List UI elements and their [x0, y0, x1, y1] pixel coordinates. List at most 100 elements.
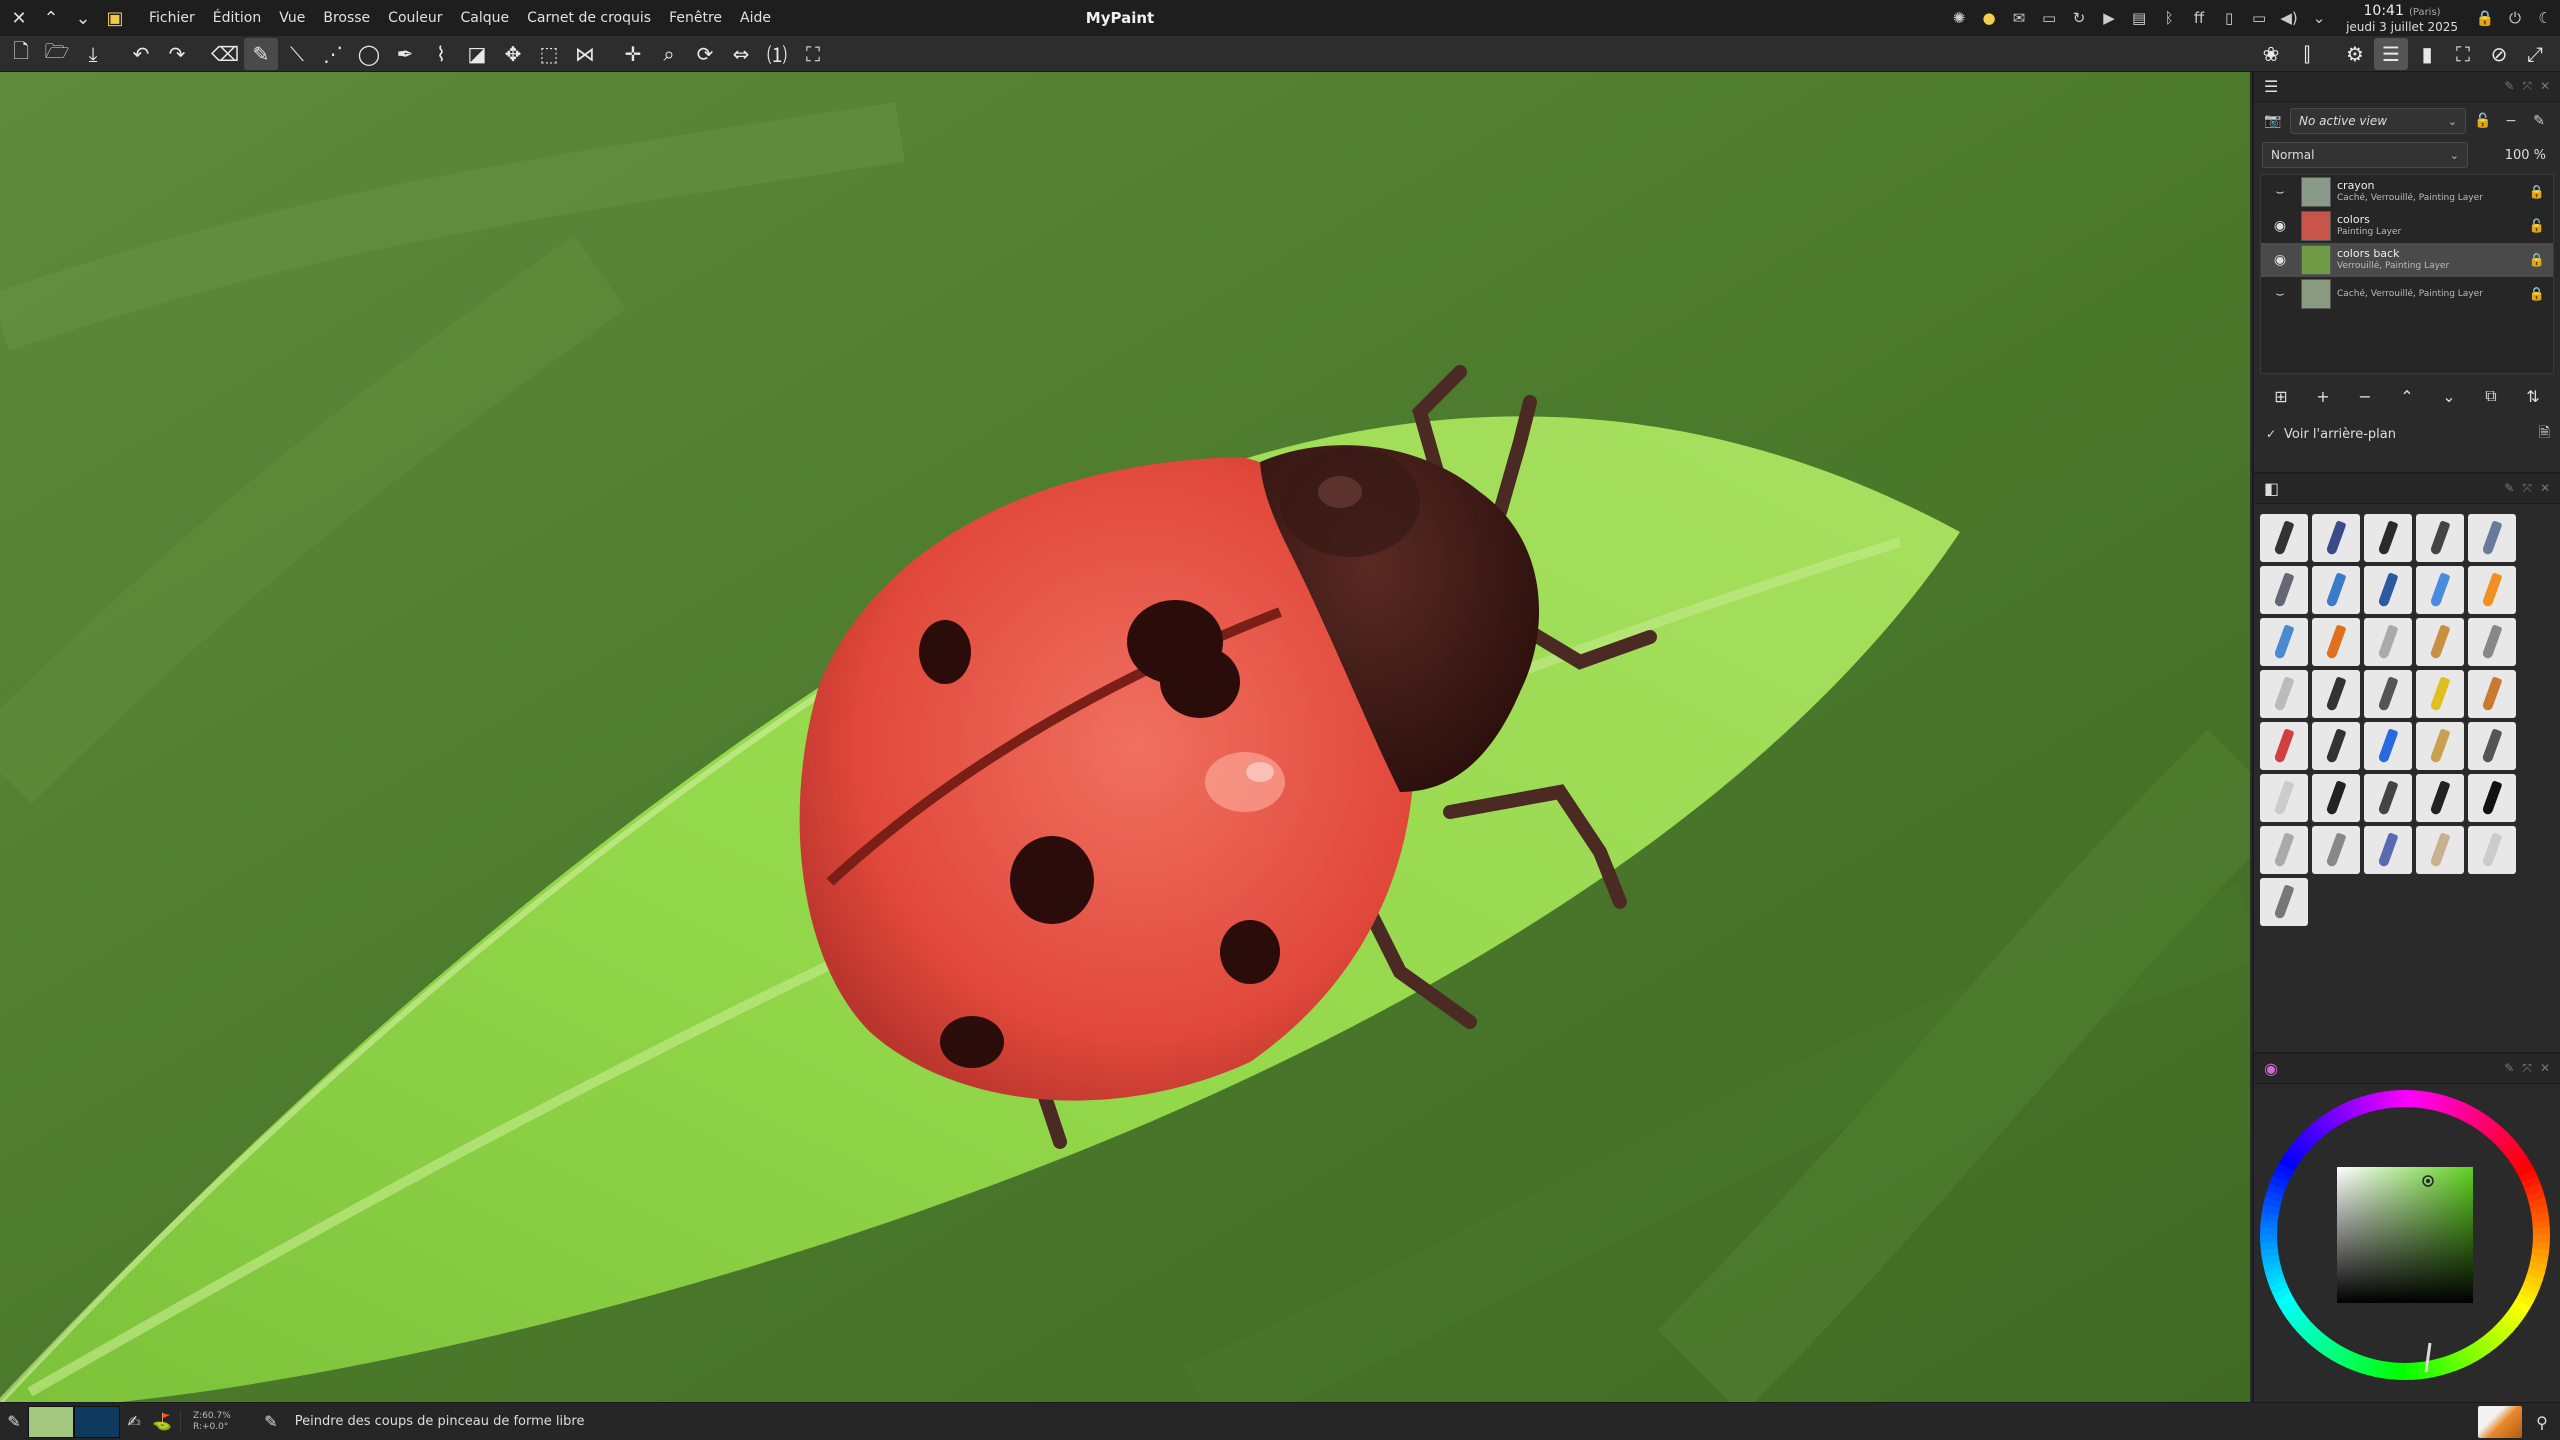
- show-background-checkbox[interactable]: ✓: [2264, 427, 2278, 441]
- brush-preset[interactable]: [2364, 514, 2412, 562]
- panel-pin-icon[interactable]: ✎: [2504, 1061, 2514, 1076]
- hue-segment[interactable]: [2397, 1090, 2407, 1108]
- help-icon[interactable]: ⊘: [2482, 38, 2516, 70]
- mirror-view-icon[interactable]: ⇔: [724, 38, 758, 70]
- media-play-icon[interactable]: ▶: [2094, 3, 2124, 33]
- panel-close-icon[interactable]: ✕: [2540, 79, 2550, 94]
- brush-preset[interactable]: [2260, 514, 2308, 562]
- panel-float-icon[interactable]: ⤧: [2522, 79, 2532, 94]
- pan-view-icon[interactable]: ✛: [616, 38, 650, 70]
- lock-icon[interactable]: 🔒: [2527, 253, 2547, 268]
- menu-color[interactable]: Couleur: [379, 0, 451, 36]
- rotate-view-icon[interactable]: ⟳: [688, 38, 722, 70]
- close-window-icon[interactable]: ✕: [6, 5, 32, 31]
- brush-preset[interactable]: [2468, 722, 2516, 770]
- layer-down-icon[interactable]: ⌄: [2436, 384, 2462, 408]
- brush-preset[interactable]: [2364, 670, 2412, 718]
- brush-preset[interactable]: [2312, 774, 2360, 822]
- lock-icon[interactable]: 🔒: [2527, 185, 2547, 200]
- brush-preset[interactable]: [2416, 670, 2464, 718]
- unlock-icon[interactable]: 🔓: [2527, 219, 2547, 234]
- hue-ring-color-picker[interactable]: [2260, 1090, 2550, 1380]
- edit-brush-icon[interactable]: ✍: [120, 1407, 148, 1437]
- lock-screen-icon[interactable]: 🔒: [2470, 3, 2500, 33]
- brush-preset[interactable]: [2260, 878, 2308, 926]
- sync-icon[interactable]: ↻: [2064, 3, 2094, 33]
- brush-indicator-icon[interactable]: ✎: [0, 1407, 28, 1437]
- add-layer-group-icon[interactable]: ⊞: [2268, 384, 2294, 408]
- show-background-row[interactable]: ✓ Voir l'arrière-plan 🗎: [2254, 418, 2560, 450]
- clipboard-icon[interactable]: ▤: [2124, 3, 2154, 33]
- fit-view-icon[interactable]: ⛶: [796, 38, 830, 70]
- font-icon[interactable]: ff: [2184, 3, 2214, 33]
- menu-help[interactable]: Aide: [731, 0, 780, 36]
- panel-close-icon[interactable]: ✕: [2540, 1061, 2550, 1076]
- duplicate-layer-icon[interactable]: ⧉: [2478, 384, 2504, 408]
- brush-preset[interactable]: [2260, 618, 2308, 666]
- current-brush-thumbnail[interactable]: [2478, 1406, 2522, 1438]
- brush-preset[interactable]: [2364, 774, 2412, 822]
- package-icon[interactable]: ▭: [2034, 3, 2064, 33]
- color-picker-icon[interactable]: ⌇: [424, 38, 458, 70]
- panel-close-icon[interactable]: ✕: [2540, 481, 2550, 496]
- brush-preset[interactable]: [2260, 670, 2308, 718]
- brush-palette-icon[interactable]: ⫿: [2290, 38, 2324, 70]
- layer-view-select[interactable]: No active view ⌄: [2290, 108, 2466, 134]
- main-menu-icon[interactable]: ☰: [2374, 38, 2408, 70]
- primary-color-swatch[interactable]: [28, 1405, 74, 1438]
- brush-pick-icon[interactable]: ⚲: [2528, 1407, 2556, 1437]
- brush-preset[interactable]: [2416, 722, 2464, 770]
- panel-float-icon[interactable]: ⤧: [2522, 481, 2532, 496]
- menu-edit[interactable]: Édition: [204, 0, 270, 36]
- hidden-eye-icon[interactable]: ⌣: [2267, 184, 2293, 200]
- maximize-window-icon[interactable]: ⌃: [38, 5, 64, 31]
- hue-segment[interactable]: [2532, 1227, 2550, 1237]
- battery-icon[interactable]: ▯: [2214, 3, 2244, 33]
- settings-tray-icon[interactable]: ✺: [1944, 3, 1974, 33]
- fill-tool-icon[interactable]: ◪: [460, 38, 494, 70]
- brush-preset[interactable]: [2468, 774, 2516, 822]
- menu-view[interactable]: Vue: [270, 0, 314, 36]
- scrapbook-icon[interactable]: ▮: [2410, 38, 2444, 70]
- panel-pin-icon[interactable]: ✎: [2504, 481, 2514, 496]
- brush-preset[interactable]: [2468, 670, 2516, 718]
- brush-preset[interactable]: [2260, 722, 2308, 770]
- visible-eye-icon[interactable]: ◉: [2267, 218, 2293, 234]
- brush-preset[interactable]: [2312, 826, 2360, 874]
- brush-preset[interactable]: [2312, 670, 2360, 718]
- brush-preset[interactable]: [2416, 774, 2464, 822]
- brush-preset[interactable]: [2312, 566, 2360, 614]
- mail-icon[interactable]: ✉: [2004, 3, 2034, 33]
- weather-icon[interactable]: ●: [1974, 3, 2004, 33]
- layer-row[interactable]: ◉ colors Painting Layer 🔓: [2261, 209, 2553, 243]
- brush-preset[interactable]: [2260, 826, 2308, 874]
- bluetooth-icon[interactable]: ᛒ: [2154, 3, 2184, 33]
- inking-tool-icon[interactable]: ✒: [388, 38, 422, 70]
- layer-row[interactable]: ⌣ crayon Caché, Verrouillé, Painting Layer…: [2261, 175, 2553, 209]
- brush-preset[interactable]: [2312, 618, 2360, 666]
- menu-layer[interactable]: Calque: [452, 0, 519, 36]
- brush-preset[interactable]: [2260, 774, 2308, 822]
- brush-preset[interactable]: [2468, 566, 2516, 614]
- reset-zoom-icon[interactable]: ⑴: [760, 38, 794, 70]
- brush-preset[interactable]: [2416, 514, 2464, 562]
- power-icon[interactable]: ⏻: [2500, 3, 2530, 33]
- move-layer-icon[interactable]: ✥: [496, 38, 530, 70]
- layer-opacity[interactable]: 100 %: [2505, 148, 2552, 163]
- clock[interactable]: 10:41 (Paris) jeudi 3 juillet 2025: [2334, 3, 2470, 34]
- layer-row[interactable]: ⌣ Caché, Verrouillé, Painting Layer 🔒: [2261, 277, 2553, 311]
- menu-file[interactable]: Fichier: [140, 0, 204, 36]
- brush-preset[interactable]: [2468, 618, 2516, 666]
- connected-lines-icon[interactable]: ⋰: [316, 38, 350, 70]
- brush-preset[interactable]: [2468, 514, 2516, 562]
- secondary-color-swatch[interactable]: [74, 1405, 120, 1438]
- menu-scrapbook[interactable]: Carnet de croquis: [518, 0, 660, 36]
- view-lock-icon[interactable]: 🔓: [2472, 110, 2494, 132]
- panel-pin-icon[interactable]: ✎: [2504, 79, 2514, 94]
- view-edit-icon[interactable]: ✎: [2528, 110, 2550, 132]
- layer-row[interactable]: ◉ colors back Verrouillé, Painting Layer 🔒: [2261, 243, 2553, 277]
- brush-preset[interactable]: [2416, 566, 2464, 614]
- add-layer-icon[interactable]: +: [2310, 384, 2336, 408]
- save-file-icon[interactable]: ⤓: [76, 38, 110, 70]
- tray-expand-icon[interactable]: ⌄: [2304, 3, 2334, 33]
